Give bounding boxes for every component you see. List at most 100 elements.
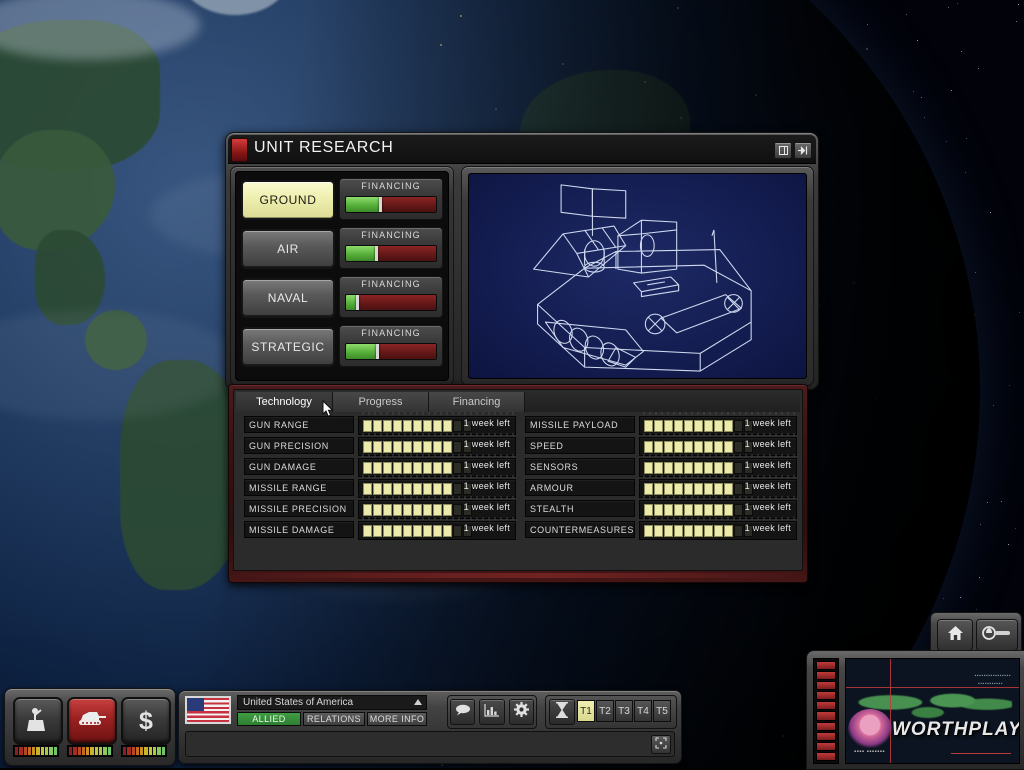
progress-segment bbox=[654, 462, 663, 474]
category-button-ground[interactable]: GROUND bbox=[241, 180, 335, 220]
category-button-air[interactable]: AIR bbox=[241, 229, 335, 269]
crosshair-horizontal bbox=[846, 687, 1019, 688]
progress-segment bbox=[453, 483, 462, 495]
progress-segment bbox=[684, 420, 693, 432]
progress-segment bbox=[734, 420, 743, 432]
military-meter bbox=[67, 745, 113, 757]
progress-segment bbox=[403, 420, 412, 432]
technology-row[interactable]: MISSILE PRECISION1 week left bbox=[244, 500, 516, 517]
time-remaining-label: 1 week left bbox=[745, 460, 791, 470]
pause-button[interactable] bbox=[549, 699, 575, 725]
technology-column-left: GUN RANGE1 week left GUN PRECISION1 week … bbox=[244, 416, 516, 566]
tab-progress[interactable]: Progress bbox=[333, 392, 429, 412]
tracked-aa-radar-vehicle-wireframe-icon bbox=[469, 174, 806, 378]
minimap-alert-meter bbox=[813, 658, 839, 764]
speed-tier-t5[interactable]: T5 bbox=[653, 700, 671, 722]
mouse-cursor bbox=[322, 400, 334, 418]
technology-row[interactable]: SPEED1 week left bbox=[525, 437, 797, 454]
crosshair-vertical bbox=[890, 659, 891, 763]
progress-segments bbox=[363, 420, 472, 432]
category-button-strategic[interactable]: STRATEGIC bbox=[241, 327, 335, 367]
time-remaining-label: 1 week left bbox=[745, 439, 791, 449]
progress-segment bbox=[433, 462, 442, 474]
hud-tool-group bbox=[447, 695, 537, 729]
progress-segment bbox=[413, 483, 422, 495]
blueprint-pane bbox=[461, 166, 814, 386]
watermark-character bbox=[848, 709, 892, 749]
technology-row[interactable]: MISSILE RANGE1 week left bbox=[244, 479, 516, 496]
financing-slider-air[interactable] bbox=[345, 245, 437, 262]
message-bar[interactable] bbox=[185, 731, 675, 757]
technology-row[interactable]: MISSILE PAYLOAD 1 week left bbox=[525, 416, 797, 433]
financing-fill-green bbox=[346, 344, 377, 359]
technology-name: GUN PRECISION bbox=[244, 437, 354, 454]
financing-knob[interactable] bbox=[375, 246, 378, 261]
zoom-slider-button[interactable] bbox=[976, 619, 1018, 651]
progress-segment bbox=[714, 441, 723, 453]
progress-segment bbox=[654, 441, 663, 453]
statistics-button[interactable] bbox=[479, 699, 504, 725]
home-button[interactable] bbox=[937, 619, 973, 651]
financing-knob[interactable] bbox=[356, 295, 359, 310]
unit-research-window: UNIT RESEARCH GROUND FINANCING bbox=[225, 132, 819, 390]
progress-segment bbox=[734, 525, 743, 537]
time-remaining-label: 1 week left bbox=[745, 523, 791, 533]
progress-segment bbox=[453, 441, 462, 453]
progress-segment bbox=[664, 483, 673, 495]
progress-segment bbox=[674, 441, 683, 453]
financing-slider-naval[interactable] bbox=[345, 294, 437, 311]
tab-technology[interactable]: Technology bbox=[236, 392, 333, 412]
tab-financing[interactable]: Financing bbox=[429, 392, 525, 412]
category-button-naval[interactable]: NAVAL bbox=[241, 278, 335, 318]
technology-row[interactable]: MISSILE DAMAGE1 week left bbox=[244, 521, 516, 538]
financing-knob[interactable] bbox=[379, 197, 382, 212]
speed-tier-t2[interactable]: T2 bbox=[596, 700, 614, 722]
progress-segments bbox=[644, 441, 753, 453]
progress-segment bbox=[734, 504, 743, 516]
expand-message-button[interactable] bbox=[651, 735, 671, 754]
economy-meter bbox=[121, 745, 167, 757]
relations-button[interactable]: RELATIONS bbox=[303, 712, 365, 726]
financing-label: FINANCING bbox=[340, 328, 442, 338]
financing-slider-strategic[interactable] bbox=[345, 343, 437, 360]
technology-row[interactable]: GUN PRECISION1 week left bbox=[244, 437, 516, 454]
financing-slider-ground[interactable] bbox=[345, 196, 437, 213]
politics-button[interactable] bbox=[13, 697, 63, 745]
unit-blueprint-viewport[interactable] bbox=[468, 173, 807, 379]
economy-button[interactable]: $ bbox=[121, 697, 171, 745]
financing-box-ground: FINANCING bbox=[339, 178, 443, 220]
country-name-label: United States of America bbox=[243, 697, 353, 708]
time-remaining-label: 1 week left bbox=[745, 418, 791, 428]
more-info-button[interactable]: MORE INFO bbox=[367, 712, 427, 726]
technology-name: GUN RANGE bbox=[244, 416, 354, 433]
technology-row[interactable]: ARMOUR1 week left bbox=[525, 479, 797, 496]
help-book-button[interactable] bbox=[774, 142, 792, 159]
technology-name: MISSILE PAYLOAD bbox=[525, 416, 635, 433]
world-minimap[interactable]: ▪▪▪▪▪▪▪▪▪▪▪▪▪▪▪▪ ▪▪▪▪▪▪▪▪▪▪▪ ▪▪▪▪ ▪▪▪▪▪▪… bbox=[845, 658, 1020, 764]
status-badge-allied[interactable]: ALLIED bbox=[237, 712, 301, 726]
speed-tier-t3[interactable]: T3 bbox=[615, 700, 633, 722]
progress-segment bbox=[644, 420, 653, 432]
technology-row[interactable]: SENSORS1 week left bbox=[525, 458, 797, 475]
collapse-button[interactable] bbox=[794, 142, 812, 159]
technology-row[interactable]: COUNTERMEASURES1 week left bbox=[525, 521, 797, 538]
financing-knob[interactable] bbox=[376, 344, 379, 359]
settings-button[interactable] bbox=[509, 699, 534, 725]
hud-mode-panel: $ bbox=[4, 688, 176, 766]
progress-segment bbox=[413, 462, 422, 474]
technology-row[interactable]: STEALTH1 week left bbox=[525, 500, 797, 517]
progress-segment bbox=[644, 483, 653, 495]
technology-row[interactable]: GUN RANGE1 week left bbox=[244, 416, 516, 433]
speed-tier-t4[interactable]: T4 bbox=[634, 700, 652, 722]
technology-row[interactable]: GUN DAMAGE1 week left bbox=[244, 458, 516, 475]
speed-tier-t1[interactable]: T1 bbox=[577, 700, 595, 722]
military-button[interactable] bbox=[67, 697, 117, 745]
progress-segment bbox=[373, 525, 382, 537]
expand-icon bbox=[655, 736, 667, 754]
united-states-flag[interactable] bbox=[185, 696, 231, 724]
progress-segment bbox=[644, 441, 653, 453]
country-name-field[interactable]: United States of America bbox=[237, 695, 427, 710]
chat-button[interactable] bbox=[450, 699, 475, 725]
progress-segment bbox=[724, 525, 733, 537]
progress-segment bbox=[403, 441, 412, 453]
